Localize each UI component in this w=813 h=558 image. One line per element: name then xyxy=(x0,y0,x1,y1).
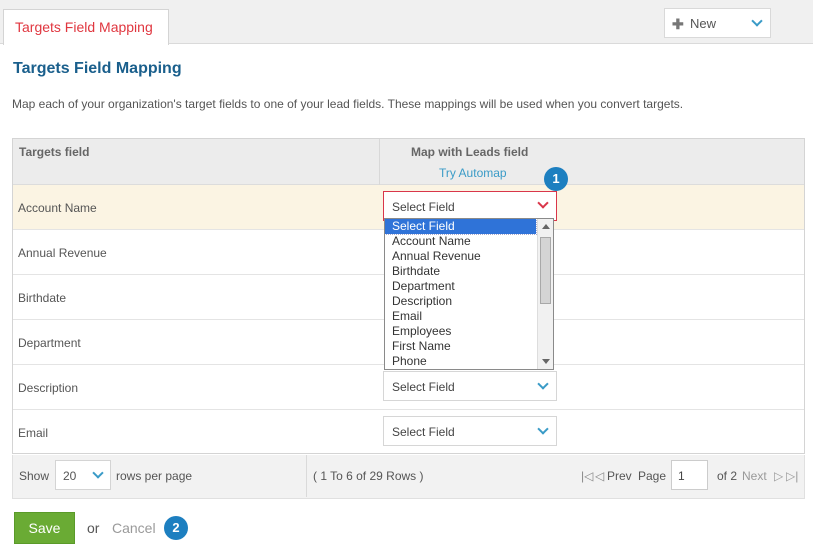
dropdown-option[interactable]: Annual Revenue xyxy=(385,249,536,264)
prev-button[interactable]: Prev xyxy=(607,469,632,483)
rows-per-page-select[interactable]: 20 xyxy=(55,460,111,490)
dropdown-option[interactable]: Select Field xyxy=(385,219,537,235)
column-divider xyxy=(379,139,380,185)
select-value: Select Field xyxy=(392,425,455,439)
pagination-bar: Show 20 rows per page ( 1 To 6 of 29 Row… xyxy=(12,455,805,499)
field-select[interactable]: Select Field xyxy=(383,191,557,221)
top-bar: Targets Field Mapping ✚ New xyxy=(0,0,813,45)
field-select[interactable]: Select Field xyxy=(383,371,557,401)
chevron-down-icon xyxy=(537,197,549,209)
column-header-leads-field: Map with Leads field xyxy=(411,145,529,159)
last-page-icon[interactable]: ▷| xyxy=(786,469,798,483)
column-header-targets-field: Targets field xyxy=(19,145,90,159)
divider xyxy=(306,455,307,497)
rows-per-page-value: 20 xyxy=(63,469,77,483)
next-button[interactable]: Next xyxy=(742,469,767,483)
row-label: Annual Revenue xyxy=(18,246,107,260)
row-label: Department xyxy=(18,336,81,350)
page-label: Page xyxy=(638,469,667,483)
dropdown-option[interactable]: Description xyxy=(385,294,536,309)
chevron-down-icon xyxy=(751,15,763,27)
chevron-down-icon xyxy=(537,378,549,390)
field-select[interactable]: Select Field xyxy=(383,416,557,446)
dropdown-option[interactable]: Employees xyxy=(385,324,536,339)
try-automap-link[interactable]: Try Automap xyxy=(439,166,507,180)
dropdown-option[interactable]: Account Name xyxy=(385,234,536,249)
chevron-down-icon xyxy=(537,423,549,435)
new-button[interactable]: ✚ New xyxy=(664,8,771,38)
cancel-link[interactable]: Cancel xyxy=(112,520,156,536)
dropdown-option[interactable]: Phone xyxy=(385,354,536,369)
dropdown-option[interactable]: Email xyxy=(385,309,536,324)
step-badge-2: 2 xyxy=(164,516,188,540)
page-total-text: of 2 xyxy=(717,469,738,483)
new-button-label: New xyxy=(690,16,717,31)
scroll-up-icon[interactable] xyxy=(542,224,550,229)
table-row: Description Select Field xyxy=(13,365,804,410)
scrollbar-thumb[interactable] xyxy=(540,237,551,304)
chevron-down-icon xyxy=(92,467,104,479)
row-label: Birthdate xyxy=(18,291,67,305)
next-page-icon[interactable]: ▷ xyxy=(774,469,783,483)
table-header: Targets field Map with Leads field Try A… xyxy=(13,139,804,185)
save-button[interactable]: Save xyxy=(14,512,75,544)
tab-targets-field-mapping[interactable]: Targets Field Mapping xyxy=(3,9,169,45)
select-value: Select Field xyxy=(392,380,455,394)
table-row: Email Select Field xyxy=(13,410,804,455)
show-label: Show xyxy=(19,469,50,483)
dropdown-option[interactable]: First Name xyxy=(385,339,536,354)
dropdown-scrollbar[interactable] xyxy=(537,219,553,369)
step-badge-1: 1 xyxy=(544,167,568,191)
row-label: Email xyxy=(18,426,49,440)
select-value: Select Field xyxy=(392,200,455,214)
rows-per-page-label: rows per page xyxy=(116,469,193,483)
row-label: Description xyxy=(18,381,79,395)
dropdown-option[interactable]: Birthdate xyxy=(385,264,536,279)
page-title: Targets Field Mapping xyxy=(13,60,182,77)
dropdown-option[interactable]: Department xyxy=(385,279,536,294)
first-page-icon[interactable]: |◁ xyxy=(581,469,593,483)
field-dropdown-list[interactable]: Select Field Account Name Annual Revenue… xyxy=(384,218,554,370)
prev-page-icon[interactable]: ◁ xyxy=(595,469,604,483)
scroll-down-icon[interactable] xyxy=(542,359,550,364)
page-number-input[interactable]: 1 xyxy=(671,460,708,490)
or-text: or xyxy=(87,520,100,536)
row-label: Account Name xyxy=(18,201,97,215)
plus-icon: ✚ xyxy=(672,16,684,32)
row-range-text: ( 1 To 6 of 29 Rows ) xyxy=(313,469,424,483)
page-description: Map each of your organization's target f… xyxy=(12,97,684,111)
